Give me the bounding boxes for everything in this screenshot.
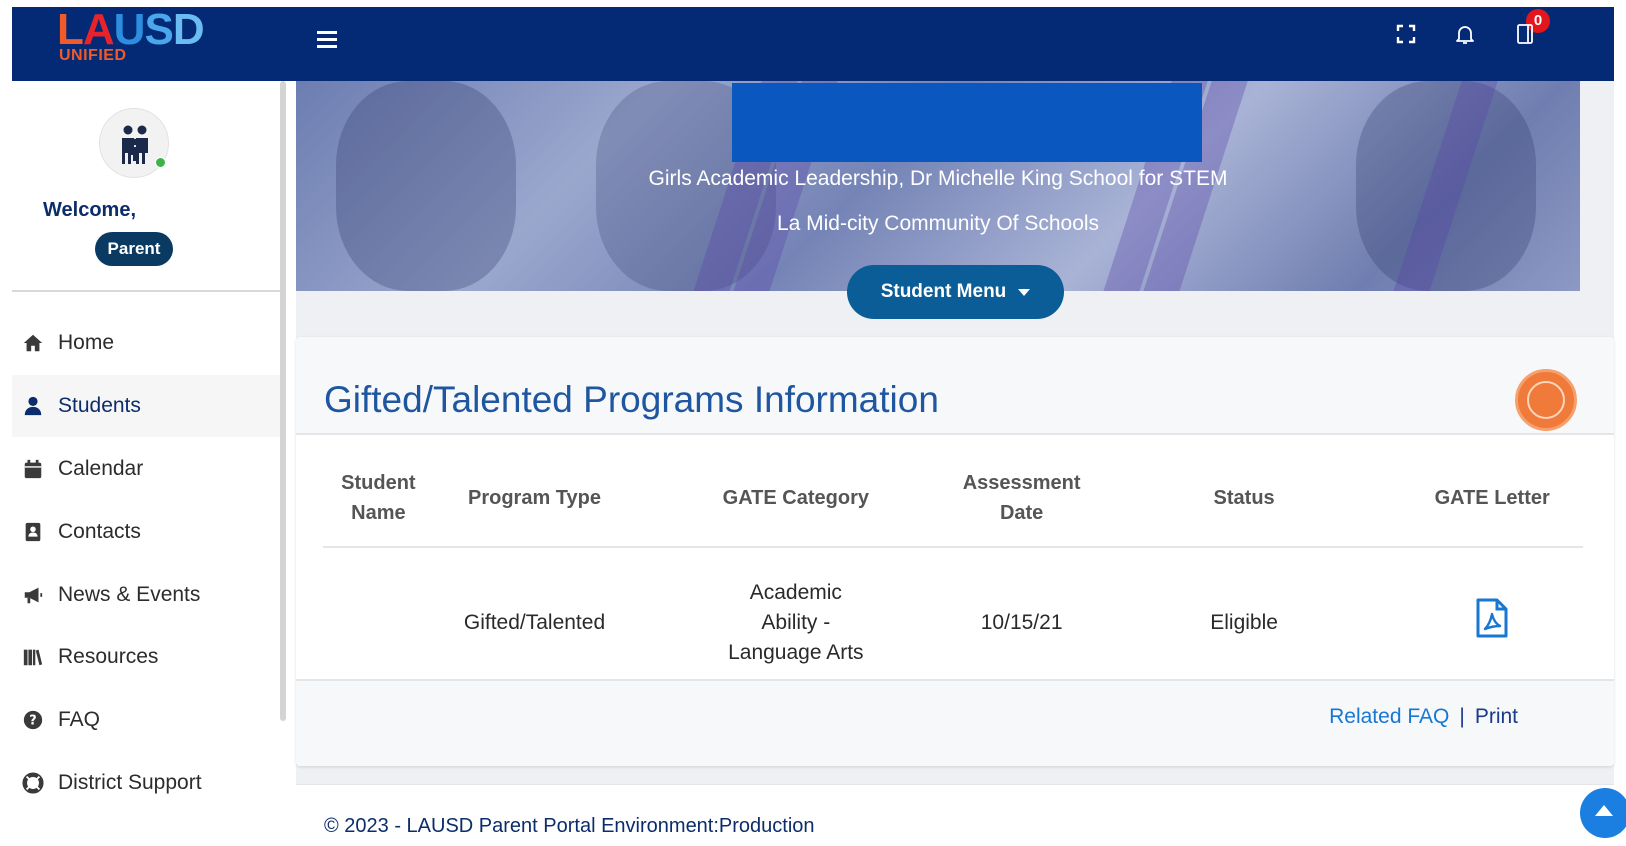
- sidebar-item-district-support[interactable]: District Support: [12, 752, 282, 814]
- fullscreen-icon[interactable]: [1394, 22, 1418, 46]
- column-header: Assessment Date: [956, 449, 1087, 548]
- megaphone-icon: [24, 587, 43, 604]
- column-header: GATE Category: [635, 449, 957, 548]
- gate-letter-cell: [1401, 547, 1583, 697]
- sidebar-item-label: Contacts: [58, 520, 141, 543]
- link-separator: |: [1459, 705, 1465, 728]
- redacted-block: [732, 83, 1202, 162]
- status-cell: Eligible: [1210, 610, 1278, 634]
- card-footer: Related FAQ | Print: [296, 679, 1614, 766]
- card-header: Gifted/Talented Programs Information: [296, 337, 1614, 435]
- program-type-cell: Gifted/Talented: [463, 610, 606, 634]
- sidebar-item-home[interactable]: Home: [12, 312, 282, 374]
- column-header: Status: [1086, 449, 1402, 548]
- sidebar-item-label: Resources: [58, 645, 159, 668]
- contacts-icon: [25, 522, 41, 542]
- district-seal-logo: [1515, 369, 1577, 431]
- student-menu-button[interactable]: Student Menu: [847, 265, 1064, 319]
- sidebar-item-news-events[interactable]: News & Events: [12, 564, 282, 626]
- related-faq-link[interactable]: Related FAQ: [1329, 705, 1449, 728]
- page: LAUSD UNIFIED 0 Welcome, Parent Home Stu…: [0, 0, 1626, 846]
- table-row: Gifted/Talented Academic Ability - Langu…: [323, 547, 1583, 697]
- role-badge: Parent: [95, 232, 173, 266]
- sidebar-item-calendar[interactable]: Calendar: [12, 438, 282, 500]
- column-header: GATE Letter: [1401, 449, 1583, 548]
- lausd-logo[interactable]: LAUSD UNIFIED: [57, 5, 232, 69]
- lifebuoy-icon: [22, 772, 44, 794]
- notebook-icon[interactable]: [1513, 22, 1537, 46]
- online-status-dot: [155, 157, 166, 168]
- caret-down-icon: [1018, 288, 1031, 296]
- pdf-icon[interactable]: [1476, 598, 1508, 638]
- sidebar-item-students[interactable]: Students: [12, 375, 282, 437]
- page-title: Gifted/Talented Programs Information: [324, 379, 939, 420]
- sidebar-divider: [12, 290, 282, 292]
- calendar-icon: [24, 459, 42, 479]
- question-icon: ?: [23, 710, 43, 730]
- svg-text:?: ?: [29, 714, 36, 729]
- student-menu-label: Student Menu: [880, 281, 1007, 302]
- arrow-up-icon: [1595, 805, 1613, 816]
- sidebar-item-contacts[interactable]: Contacts: [12, 501, 282, 563]
- table-header-row: Student Name Program Type GATE Category …: [323, 449, 1583, 548]
- gate-table: Student Name Program Type GATE Category …: [323, 449, 1583, 697]
- top-bar: LAUSD UNIFIED: [12, 5, 1614, 81]
- sidebar-item-faq[interactable]: ? FAQ: [12, 689, 282, 751]
- school-banner: Girls Academic Leadership, Dr Michelle K…: [296, 81, 1580, 291]
- sidebar-item-label: FAQ: [58, 708, 101, 731]
- sidebar-item-label: Home: [58, 331, 115, 354]
- student-name-cell: [323, 547, 434, 697]
- bell-icon[interactable]: [1453, 22, 1477, 46]
- column-header: Student Name: [323, 449, 434, 548]
- print-link[interactable]: Print: [1475, 705, 1518, 728]
- assessment-date-cell: 10/15/21: [980, 610, 1063, 634]
- sidebar-item-label: News & Events: [58, 583, 201, 606]
- school-name: Girls Academic Leadership, Dr Michelle K…: [648, 167, 1228, 190]
- card-footer-links: Related FAQ | Print: [1329, 705, 1518, 729]
- user-icon: [24, 396, 42, 416]
- scroll-to-top-button[interactable]: [1580, 788, 1626, 838]
- page-footer: © 2023 - LAUSD Parent Portal Environment…: [296, 784, 1614, 846]
- main-content: Girls Academic Leadership, Dr Michelle K…: [296, 81, 1614, 846]
- welcome-text: Welcome,: [43, 199, 136, 221]
- home-icon: [23, 334, 43, 352]
- sidebar: Welcome, Parent Home Students Calendar C…: [12, 81, 286, 846]
- gate-card: Gifted/Talented Programs Information Stu…: [296, 337, 1614, 766]
- column-header: Program Type: [433, 449, 636, 548]
- sidebar-item-resources[interactable]: Resources: [12, 626, 282, 688]
- sidebar-item-label: Calendar: [58, 457, 144, 480]
- sidebar-scrollbar[interactable]: [280, 81, 286, 721]
- books-icon: [23, 649, 43, 666]
- copyright-text: © 2023 - LAUSD Parent Portal Environment…: [324, 815, 815, 837]
- sidebar-item-label: Students: [58, 394, 141, 417]
- gate-category-cell: Academic Ability - Language Arts: [728, 580, 864, 664]
- family-icon: [122, 125, 148, 164]
- district-name: La Mid-city Community Of Schools: [776, 212, 1100, 235]
- sidebar-item-label: District Support: [58, 771, 202, 794]
- menu-icon[interactable]: [317, 31, 337, 51]
